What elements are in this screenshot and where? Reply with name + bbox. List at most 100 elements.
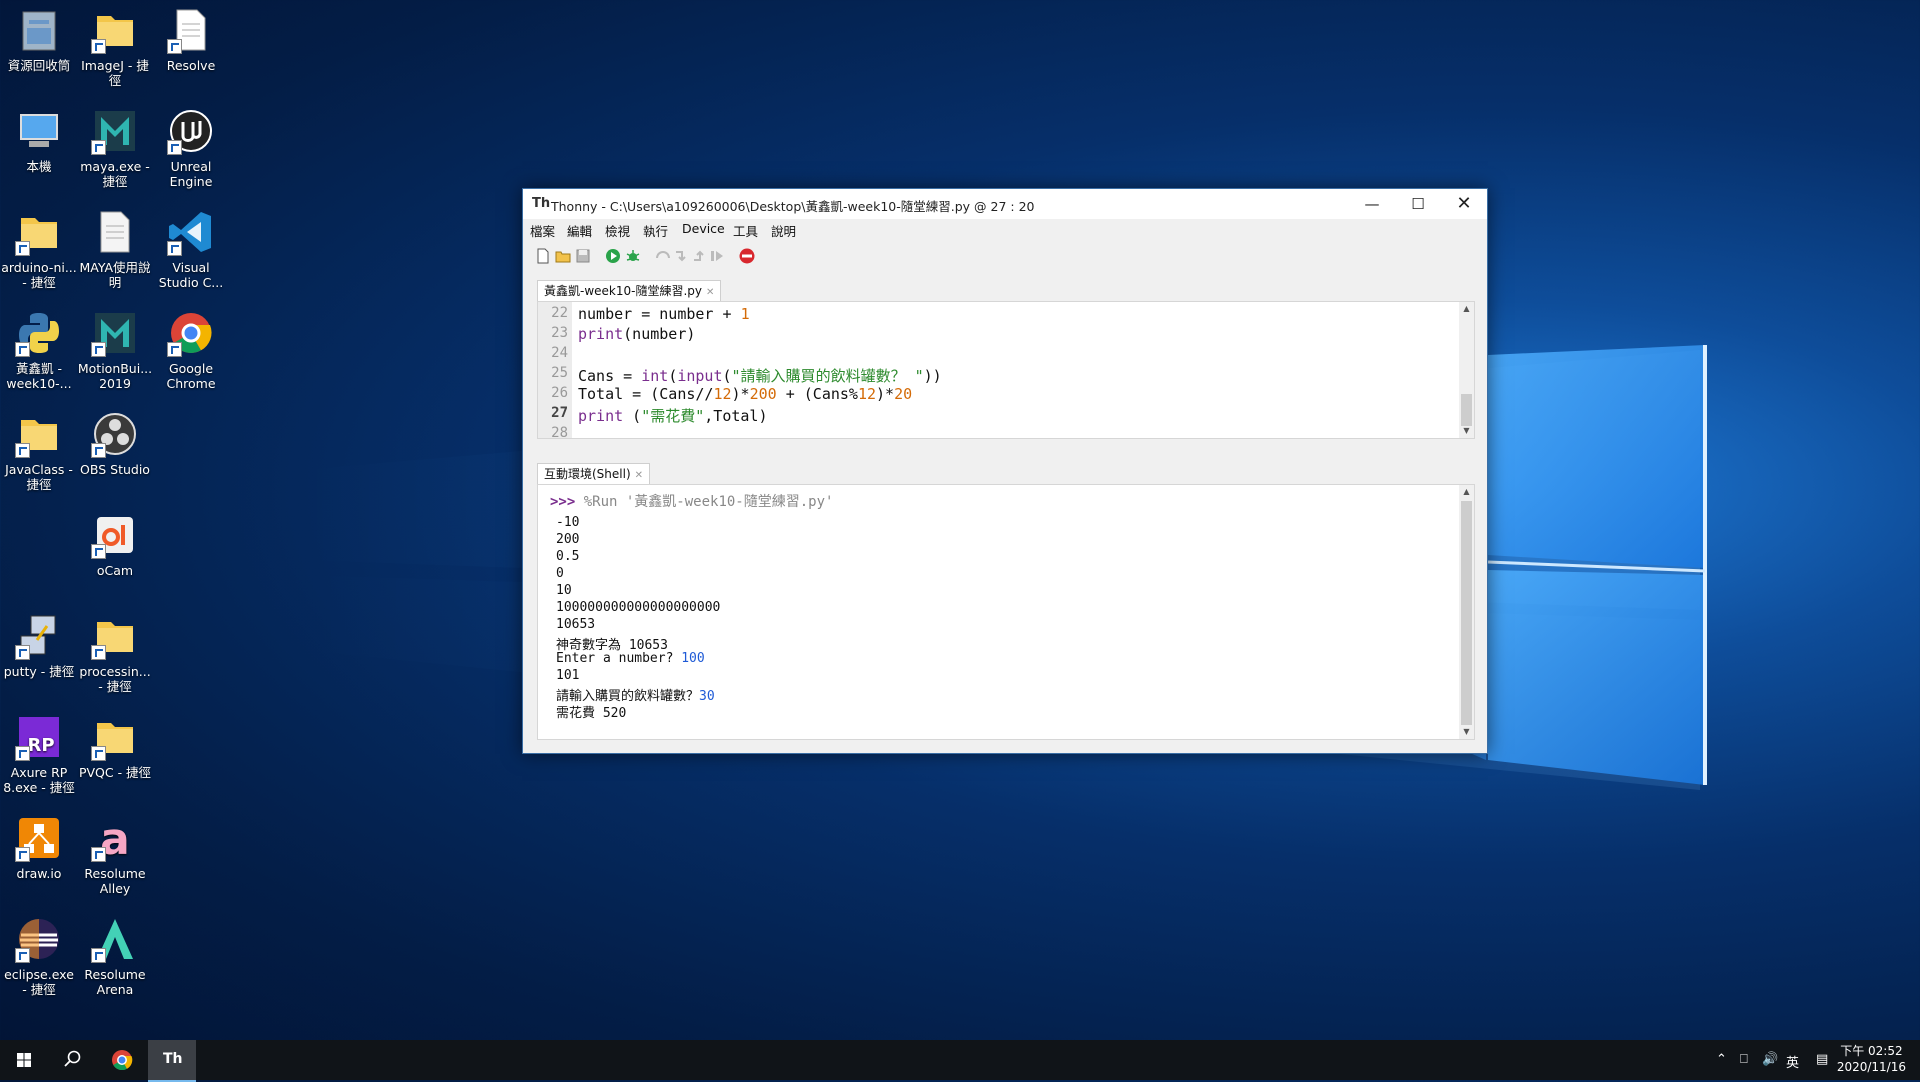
desktop-icon[interactable]: RP Axure RP 8.exe - 捷徑 [0, 713, 78, 795]
resume-icon[interactable] [709, 248, 725, 264]
desktop-icon-label: MAYA使用說明 [79, 260, 151, 290]
desktop-icon[interactable]: JavaClass - 捷徑 [0, 410, 78, 492]
shortcut-arrow-icon [91, 948, 106, 963]
taskbar-thonny-button[interactable]: Th [148, 1040, 196, 1082]
menu-run[interactable]: 執行 [643, 221, 668, 240]
desktop-icon-label: Resolume Alley [84, 866, 146, 896]
menu-file[interactable]: 檔案 [530, 221, 555, 240]
menu-view[interactable]: 檢視 [605, 221, 630, 240]
desktop-icon-label: putty - 捷徑 [3, 664, 75, 679]
editor-tab[interactable]: 黃鑫凱-week10-隨堂練習.py ✕ [537, 280, 722, 301]
open-file-icon[interactable] [555, 248, 571, 264]
shortcut-arrow-icon [91, 39, 106, 54]
menu-help[interactable]: 說明 [771, 221, 796, 240]
shortcut-arrow-icon [91, 544, 106, 559]
eclipse-icon [15, 915, 63, 963]
scroll-up-icon[interactable]: ▲ [1459, 485, 1474, 499]
stop-icon[interactable] [739, 248, 755, 264]
vscode-icon [167, 208, 215, 256]
scroll-up-icon[interactable]: ▲ [1459, 302, 1474, 316]
maximize-button[interactable]: ☐ [1395, 189, 1441, 219]
new-file-icon[interactable] [535, 248, 551, 264]
debug-icon[interactable] [625, 248, 641, 264]
desktop-icon[interactable]: maya.exe - 捷徑 [76, 107, 154, 189]
desktop-icon[interactable]: putty - 捷徑 [0, 612, 78, 679]
shortcut-arrow-icon [91, 342, 106, 357]
desktop-icon[interactable]: 資源回收筒 [0, 6, 78, 73]
folder-icon [15, 208, 63, 256]
volume-icon[interactable]: 🔊 [1762, 1052, 1778, 1067]
ocam-icon [91, 511, 139, 559]
desktop-icon[interactable]: a Resolume Alley [76, 814, 154, 896]
run-icon[interactable] [605, 248, 621, 264]
close-tab-icon[interactable]: ✕ [635, 470, 643, 481]
desktop-icon-label: ImageJ - 捷徑 [81, 58, 149, 88]
desktop-icon[interactable]: PVQC - 捷徑 [76, 713, 154, 780]
desktop-icon[interactable]: ImageJ - 捷徑 [76, 6, 154, 88]
search-icon[interactable] [48, 1040, 96, 1080]
desktop-icon[interactable]: eclipse.exe - 捷徑 [0, 915, 78, 997]
taskbar-chrome-icon[interactable] [98, 1040, 146, 1080]
taskbar-clock[interactable]: 下午 02:52 2020/11/16 [1837, 1043, 1906, 1075]
step-out-icon[interactable] [691, 248, 707, 264]
desktop-icon[interactable]: MAYA使用說明 [76, 208, 154, 290]
desktop-icon-label: 黃鑫凱 -week10-... [6, 361, 72, 391]
shell-output-line: 需花費 520 [556, 706, 627, 721]
desktop-icon-label: Axure RP 8.exe - 捷徑 [3, 765, 75, 795]
minimize-button[interactable]: — [1349, 189, 1395, 219]
shortcut-arrow-icon [91, 443, 106, 458]
desktop-icon[interactable]: OBS Studio [76, 410, 154, 477]
desktop-icon[interactable]: Unreal Engine [152, 107, 230, 189]
menu-edit[interactable]: 編輯 [567, 221, 592, 240]
shell-prompt: >>> [550, 494, 576, 510]
scroll-down-icon[interactable]: ▼ [1459, 725, 1474, 739]
desktop-icon[interactable]: arduino-ni... - 捷徑 [0, 208, 78, 290]
code-line-26: Total = (Cans//12)*200 + (Cans%12)*20 [578, 385, 913, 403]
desktop-icon[interactable]: Google Chrome [152, 309, 230, 391]
shortcut-arrow-icon [167, 140, 182, 155]
shortcut-arrow-icon [15, 443, 30, 458]
desktop-icon[interactable]: Resolume Arena [76, 915, 154, 997]
network-icon[interactable]: ⎕ [1740, 1052, 1748, 1067]
desktop-icon-label: oCam [96, 563, 134, 578]
save-icon[interactable] [575, 248, 591, 264]
shell-scrollbar[interactable]: ▲ ▼ [1459, 485, 1474, 739]
step-over-icon[interactable] [655, 248, 671, 264]
ime-indicator[interactable]: 英 [1786, 1052, 1799, 1071]
shell-scroll-thumb[interactable] [1461, 501, 1472, 725]
shell-prompt-text: Enter a number? [556, 651, 682, 666]
shortcut-arrow-icon [167, 39, 182, 54]
scroll-down-icon[interactable]: ▼ [1459, 424, 1474, 438]
desktop-icon[interactable]: Resolve [152, 6, 230, 73]
close-tab-icon[interactable]: ✕ [706, 287, 714, 298]
title-bar[interactable]: Th Thonny - C:\Users\a109260006\Desktop\… [523, 189, 1487, 219]
desktop-icon[interactable]: oCam [76, 511, 154, 578]
menu-bar: 檔案 編輯 檢視 執行 Device 工具 說明 [523, 219, 1487, 239]
desktop-icon[interactable]: MotionBui... 2019 [76, 309, 154, 391]
step-into-icon[interactable] [673, 248, 689, 264]
recycle-bin-icon [15, 6, 63, 54]
desktop-icon[interactable]: Visual Studio C... [152, 208, 230, 290]
unreal-icon [167, 107, 215, 155]
close-button[interactable]: ✕ [1441, 189, 1487, 219]
code-line-27: print ("需花費",Total) [578, 407, 768, 425]
code-editor[interactable]: 22 23 24 25 26 27 28 number = number + 1… [537, 301, 1475, 439]
desktop-icon[interactable]: draw.io [0, 814, 78, 881]
shell-tab[interactable]: 互動環境(Shell) ✕ [537, 463, 651, 484]
menu-tools[interactable]: 工具 [733, 221, 758, 240]
start-button-windows-icon[interactable] [0, 1040, 48, 1080]
desktop-icon[interactable]: 黃鑫凱 -week10-... [0, 309, 78, 391]
clock-date: 2020/11/16 [1836, 1060, 1906, 1074]
tray-chevron-icon[interactable]: ⌃ [1716, 1052, 1727, 1067]
editor-scrollbar[interactable]: ▲ ▼ [1459, 302, 1474, 438]
notification-icon[interactable]: ▤ [1816, 1052, 1828, 1067]
desktop-icon-label: processin... - 捷徑 [79, 664, 151, 694]
desktop-icon-label: Google Chrome [166, 361, 216, 391]
line-number: 25 [551, 365, 568, 381]
menu-device[interactable]: Device [682, 221, 725, 236]
code-line-25: Cans = int(input("請輸入購買的飲料罐數？ ")) [578, 367, 942, 385]
shell-console[interactable]: >>> %Run '黃鑫凱-week10-隨堂練習.py' -10 200 0.5 0… [537, 484, 1475, 740]
desktop-icon[interactable]: processin... - 捷徑 [76, 612, 154, 694]
editor-scroll-thumb[interactable] [1461, 394, 1472, 426]
desktop-icon[interactable]: 本機 [0, 107, 78, 174]
